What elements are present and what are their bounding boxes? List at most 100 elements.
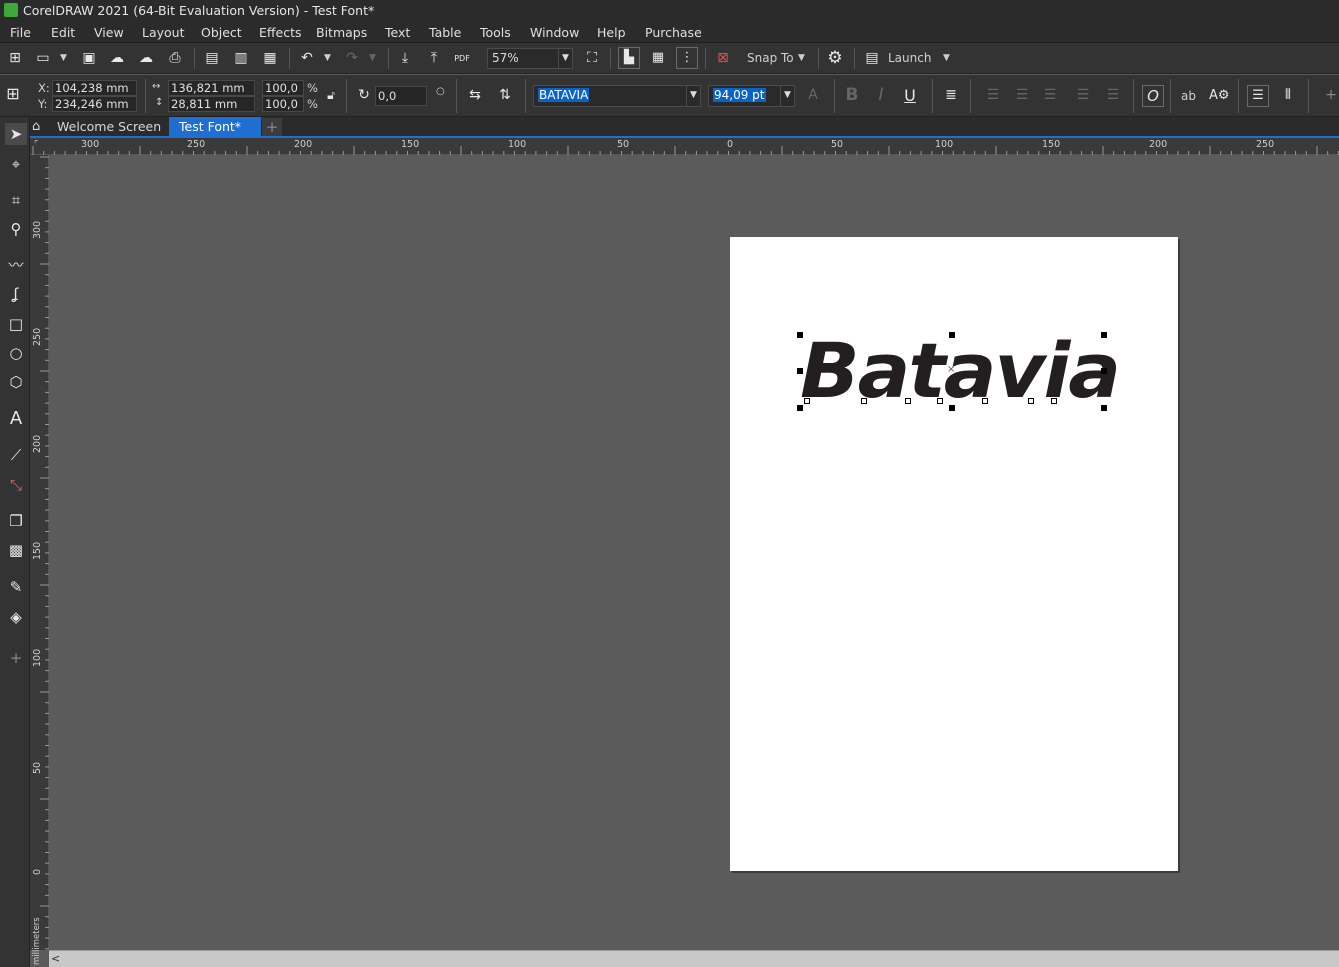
undo-dropdown-icon[interactable]: ▼ <box>324 53 331 63</box>
y-position-field[interactable]: 234,246 mm <box>52 96 137 112</box>
menu-window[interactable]: Window <box>530 25 579 40</box>
scroll-left-icon[interactable]: < <box>51 952 63 966</box>
selection-handle-right[interactable] <box>1101 368 1107 374</box>
cut-icon[interactable]: ▤ <box>203 50 221 67</box>
text-properties-icon[interactable]: A⚙ <box>1209 87 1230 104</box>
character-node[interactable] <box>905 398 911 404</box>
menu-purchase[interactable]: Purchase <box>645 25 702 40</box>
dimension-tool-icon[interactable]: ⟋ <box>5 444 27 466</box>
character-node[interactable] <box>937 398 943 404</box>
underline-icon[interactable]: U <box>901 87 919 104</box>
import-icon[interactable]: ⤓ <box>396 50 414 67</box>
x-position-field[interactable]: 104,238 mm <box>52 80 137 96</box>
selection-handle-bottom-left[interactable] <box>797 405 803 411</box>
selection-handle-top-left[interactable] <box>797 332 803 338</box>
eyedropper-icon[interactable]: ✎ <box>5 576 27 598</box>
launch-dropdown-icon[interactable]: ▼ <box>943 53 950 63</box>
copy-icon[interactable]: ▥ <box>232 50 250 67</box>
artistic-text-object[interactable]: Batavia <box>800 333 1121 409</box>
menu-help[interactable]: Help <box>597 25 626 40</box>
export-cloud-icon[interactable]: ☁ <box>137 50 155 67</box>
mirror-vertical-icon[interactable]: ⇅ <box>496 87 514 104</box>
chevron-down-icon[interactable]: ▼ <box>780 86 794 106</box>
snap-to-label[interactable]: Snap To <box>747 51 794 65</box>
rectangle-tool-icon[interactable]: □ <box>5 313 27 335</box>
font-size-combo[interactable]: 94,09 pt ▼ <box>708 85 795 107</box>
undo-icon[interactable]: ↶ <box>298 50 316 67</box>
open-icon[interactable]: ▭ <box>34 50 52 67</box>
menu-table[interactable]: Table <box>429 25 461 40</box>
tab-welcome-screen[interactable]: Welcome Screen <box>47 117 167 138</box>
connector-tool-icon[interactable]: ⤡ <box>5 474 27 496</box>
polygon-tool-icon[interactable]: ⬡ <box>5 371 27 393</box>
edit-text-icon[interactable]: ab <box>1181 89 1196 103</box>
gear-icon[interactable]: ⚙ <box>826 50 844 67</box>
zoom-level-combo[interactable]: 57% ▼ <box>487 48 573 69</box>
add-tool-icon[interactable]: + <box>5 647 27 669</box>
snap-off-icon[interactable]: ⊠ <box>714 50 732 67</box>
new-tab-icon[interactable]: + <box>262 118 282 136</box>
text-alignment-icon[interactable]: ≣ <box>942 87 960 104</box>
scale-width-field[interactable]: 100,0 <box>262 80 304 96</box>
horizontal-scrollbar[interactable]: < <box>49 950 1339 967</box>
paste-icon[interactable]: ▦ <box>261 50 279 67</box>
character-node[interactable] <box>804 398 810 404</box>
menu-edit[interactable]: Edit <box>51 25 75 40</box>
lock-ratio-icon[interactable]: 🔓︎ <box>322 87 340 104</box>
scale-height-field[interactable]: 100,0 <box>262 96 304 112</box>
horizontal-text-icon[interactable]: ☰ <box>1247 85 1269 107</box>
width-field[interactable]: 136,821 mm <box>168 80 255 96</box>
export-icon[interactable]: ⤒ <box>425 50 443 67</box>
font-list-combo[interactable]: BATAVIA ▼ <box>533 85 701 107</box>
rotation-angle-field[interactable]: 0,0 <box>375 86 427 106</box>
chevron-down-icon[interactable]: ▼ <box>686 86 700 106</box>
menu-view[interactable]: View <box>94 25 124 40</box>
upload-icon[interactable]: ☁ <box>108 50 126 67</box>
freehand-tool-icon[interactable]: 〰 <box>5 254 27 276</box>
selection-handle-bottom-right[interactable] <box>1101 405 1107 411</box>
launch-label[interactable]: Launch <box>888 51 931 65</box>
pdf-export-icon[interactable]: PDF <box>453 50 471 67</box>
mirror-horizontal-icon[interactable]: ⇆ <box>466 87 484 104</box>
character-node[interactable] <box>1028 398 1034 404</box>
menu-layout[interactable]: Layout <box>142 25 185 40</box>
menu-tools[interactable]: Tools <box>480 25 511 40</box>
text-tool-icon[interactable]: A <box>5 408 27 430</box>
selection-handle-top[interactable] <box>949 332 955 338</box>
launch-icon[interactable]: ▤ <box>863 50 881 67</box>
snap-to-dropdown-icon[interactable]: ▼ <box>798 53 805 63</box>
menu-bitmaps[interactable]: Bitmaps <box>316 25 367 40</box>
height-field[interactable]: 28,811 mm <box>168 96 255 112</box>
zoom-tool-icon[interactable]: ⚲ <box>5 218 27 240</box>
show-rulers-icon[interactable]: ▙ <box>618 47 640 69</box>
tab-test-font[interactable]: Test Font* <box>169 117 261 138</box>
character-node[interactable] <box>1051 398 1057 404</box>
show-grid-icon[interactable]: ▦ <box>647 47 669 69</box>
open-dropdown-icon[interactable]: ▼ <box>60 53 67 63</box>
home-icon[interactable]: ⌂ <box>32 119 48 135</box>
add-icon[interactable]: + <box>1322 87 1339 104</box>
full-screen-icon[interactable]: ⛶ <box>583 50 601 67</box>
transparency-icon[interactable]: ▩ <box>5 539 27 561</box>
chevron-down-icon[interactable]: ▼ <box>558 49 572 68</box>
print-icon[interactable]: ⎙ <box>166 50 184 67</box>
drop-shadow-icon[interactable]: ❐ <box>5 510 27 532</box>
artistic-media-icon[interactable]: ʆ <box>5 283 27 305</box>
menu-file[interactable]: File <box>10 25 31 40</box>
vertical-text-icon[interactable]: ⦀ <box>1279 87 1297 104</box>
object-origin-icon[interactable]: ⊞ <box>4 85 22 102</box>
selection-handle-bottom[interactable] <box>949 405 955 411</box>
ellipse-tool-icon[interactable]: ○ <box>5 342 27 364</box>
pick-tool-icon[interactable]: ➤ <box>5 123 27 145</box>
selection-handle-left[interactable] <box>797 368 803 374</box>
character-node[interactable] <box>861 398 867 404</box>
new-document-icon[interactable]: ⊞ <box>6 50 24 67</box>
menu-text[interactable]: Text <box>385 25 410 40</box>
fill-icon[interactable]: ◈ <box>5 606 27 628</box>
menu-object[interactable]: Object <box>201 25 242 40</box>
opentype-icon[interactable]: O <box>1142 85 1164 107</box>
selection-handle-top-right[interactable] <box>1101 332 1107 338</box>
menu-effects[interactable]: Effects <box>259 25 302 40</box>
save-icon[interactable]: ▣ <box>80 50 98 67</box>
crop-tool-icon[interactable]: ⌗ <box>5 189 27 211</box>
